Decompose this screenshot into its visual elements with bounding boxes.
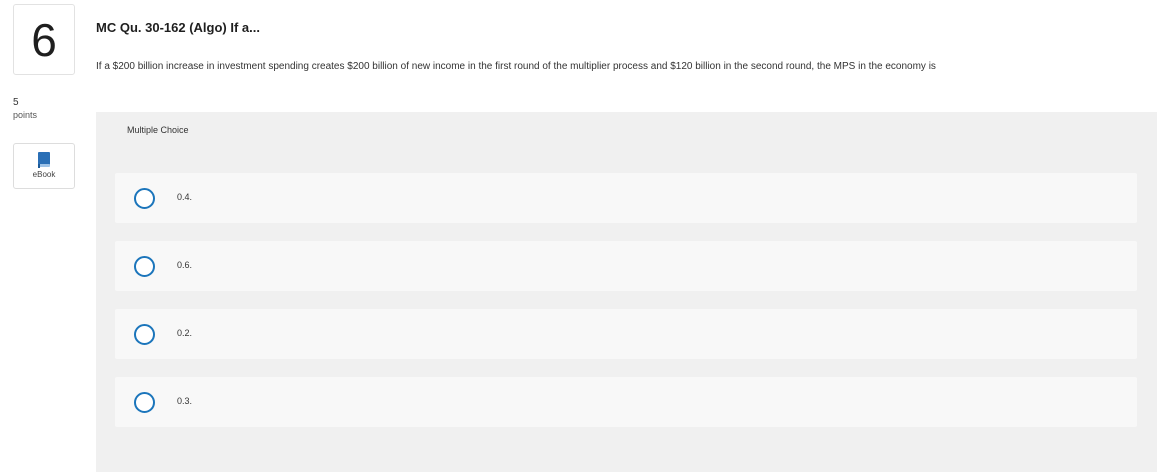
- book-icon: [38, 152, 50, 168]
- radio-button[interactable]: [134, 324, 155, 345]
- choice-label: 0.2.: [177, 328, 193, 338]
- radio-button[interactable]: [134, 392, 155, 413]
- choice-option-4[interactable]: 0.3.: [115, 377, 1137, 427]
- question-number-box: 6: [13, 4, 75, 75]
- ebook-button[interactable]: eBook: [13, 143, 75, 189]
- choice-label: 0.4.: [177, 192, 193, 202]
- radio-button[interactable]: [134, 188, 155, 209]
- answer-panel: Multiple Choice 0.4. 0.6. 0.2. 0.3.: [96, 112, 1157, 472]
- choice-option-2[interactable]: 0.6.: [115, 241, 1137, 291]
- points-value: 5: [13, 97, 19, 108]
- choice-option-1[interactable]: 0.4.: [115, 173, 1137, 223]
- question-number: 6: [31, 13, 57, 66]
- question-title: MC Qu. 30-162 (Algo) If a...: [96, 20, 260, 35]
- radio-button[interactable]: [134, 256, 155, 277]
- choice-option-3[interactable]: 0.2.: [115, 309, 1137, 359]
- question-text: If a $200 billion increase in investment…: [96, 61, 936, 72]
- points-label: points: [13, 110, 38, 120]
- choice-label: 0.3.: [177, 396, 193, 406]
- question-page: 6 5 points eBook MC Qu. 30-162 (Algo) If…: [0, 0, 1165, 472]
- ebook-label: eBook: [32, 170, 56, 179]
- choice-label: 0.6.: [177, 260, 193, 270]
- question-type-label: Multiple Choice: [127, 125, 189, 135]
